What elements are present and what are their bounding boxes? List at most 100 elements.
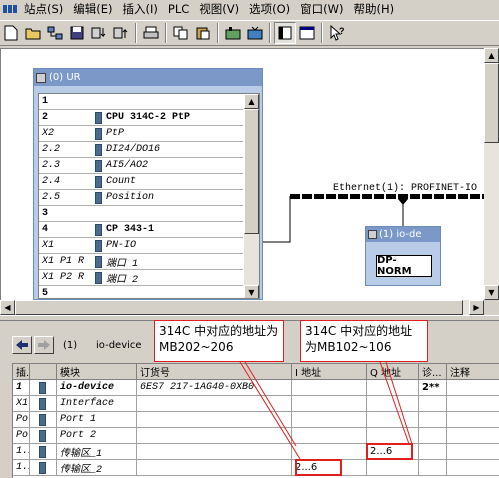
col-module-cell[interactable]: Port 2 <box>57 428 137 444</box>
vscroll-thumb[interactable] <box>484 63 499 143</box>
col-i-address-cell[interactable] <box>292 444 367 460</box>
col-comment-cell[interactable] <box>447 396 499 412</box>
col-module-cell[interactable]: io-device <box>57 380 137 396</box>
col-slot-cell[interactable]: 1.1 <box>13 460 30 476</box>
col-module-cell[interactable]: Port 1 <box>57 412 137 428</box>
col-slot-cell[interactable]: 1.1 <box>13 444 30 460</box>
compile-icon[interactable] <box>244 22 266 44</box>
col-q-address-cell[interactable] <box>367 460 419 476</box>
col-diagnostics-cell[interactable] <box>419 412 447 428</box>
ethernet-bus[interactable] <box>290 194 484 199</box>
catalog-icon[interactable] <box>274 22 296 44</box>
rack-title-bar[interactable]: (0) UR <box>34 69 262 86</box>
menu-window[interactable]: 窗口(W) <box>295 1 348 17</box>
col-order-number-cell[interactable] <box>137 396 292 412</box>
col-module-cell[interactable]: Interface <box>57 396 137 412</box>
col-comment-cell[interactable] <box>447 428 499 444</box>
window-icon[interactable] <box>296 22 318 44</box>
col-icon-header[interactable] <box>30 364 57 380</box>
col-i-address-cell[interactable] <box>292 380 367 396</box>
menu-edit[interactable]: 编辑(E) <box>68 1 117 17</box>
new-icon[interactable] <box>0 22 22 44</box>
col-slot-cell[interactable]: X1 <box>13 396 30 412</box>
col-diagnostics-header[interactable]: 诊... <box>419 364 447 380</box>
col-module-cell[interactable]: 传输区_2 <box>57 460 137 476</box>
rack-slot-row[interactable]: 2 CPU 314C-2 PtP <box>39 110 243 126</box>
col-comment-cell[interactable] <box>447 444 499 460</box>
col-diagnostics-cell[interactable] <box>419 460 447 476</box>
network-icon[interactable] <box>44 22 66 44</box>
scroll-up-icon[interactable]: ▲ <box>484 48 499 63</box>
menu-view[interactable]: 视图(V) <box>194 1 244 17</box>
menu-insert[interactable]: 插入(I) <box>118 1 163 17</box>
open-folder-icon[interactable] <box>22 22 44 44</box>
col-diagnostics-cell[interactable]: 2** <box>419 380 447 396</box>
rack-scroll-thumb[interactable] <box>244 109 259 234</box>
rack-slot-row[interactable]: 4 CP 343-1 <box>39 222 243 238</box>
scroll-left-icon[interactable]: ◀ <box>0 300 15 315</box>
hw-config-app-icon[interactable] <box>1 1 19 17</box>
menu-options[interactable]: 选项(O) <box>244 1 295 17</box>
forward-arrow-icon[interactable] <box>34 336 54 354</box>
rack-window[interactable]: (0) UR 5 X1 P2 R 端口 2 X1 P1 R 端口 1 X1 PN-IO 4 CP… <box>33 68 263 300</box>
save-icon[interactable] <box>66 22 88 44</box>
col-i-address-header[interactable]: I 地址 <box>292 364 367 380</box>
menu-plc[interactable]: PLC <box>163 1 194 17</box>
col-comment-cell[interactable] <box>447 380 499 396</box>
col-q-address-cell[interactable] <box>367 380 419 396</box>
io-device-node[interactable]: (1) io-de DP-NORM <box>365 226 441 286</box>
col-i-address-cell[interactable] <box>292 396 367 412</box>
col-comment-cell[interactable] <box>447 460 499 476</box>
rack-slot-row[interactable]: X1 PN-IO <box>39 238 243 254</box>
col-i-address-cell[interactable] <box>292 412 367 428</box>
rack-slot-row[interactable]: 2.3 AI5/AO2 <box>39 158 243 174</box>
rack-slot-row[interactable]: 1 <box>39 94 243 110</box>
download-icon[interactable] <box>88 22 110 44</box>
col-q-address-cell[interactable] <box>367 412 419 428</box>
station-icon[interactable] <box>222 22 244 44</box>
rack-slot-row[interactable]: 2.5 Position <box>39 190 243 206</box>
col-slot-header[interactable]: 插... <box>13 364 30 380</box>
col-slot-cell[interactable]: Por <box>13 428 30 444</box>
col-order-number-cell[interactable] <box>137 428 292 444</box>
menu-station[interactable]: 站点(S) <box>19 1 68 17</box>
rack-slot-row[interactable]: 2.2 DI24/DO16 <box>39 142 243 158</box>
canvas-vscrollbar[interactable]: ▲ ▼ <box>484 48 499 300</box>
col-comment-cell[interactable] <box>447 412 499 428</box>
scroll-down-icon[interactable]: ▼ <box>484 285 499 300</box>
col-order-number-cell[interactable] <box>137 460 292 476</box>
copy-icon[interactable] <box>170 22 192 44</box>
col-slot-cell[interactable]: 1 <box>13 380 30 396</box>
col-icon-cell[interactable] <box>30 396 57 412</box>
col-diagnostics-cell[interactable] <box>419 428 447 444</box>
hscroll-thumb[interactable] <box>15 300 463 315</box>
col-module-header[interactable]: 模块 <box>57 364 137 380</box>
col-order-number-cell[interactable] <box>137 444 292 460</box>
print-icon[interactable] <box>140 22 162 44</box>
rack-slot-row[interactable]: X1 P1 R 端口 1 <box>39 254 243 270</box>
col-icon-cell[interactable] <box>30 428 57 444</box>
col-module-cell[interactable]: 传输区_1 <box>57 444 137 460</box>
paste-icon[interactable] <box>192 22 214 44</box>
col-icon-cell[interactable] <box>30 380 57 396</box>
col-q-address-header[interactable]: Q 地址 <box>367 364 419 380</box>
col-icon-cell[interactable] <box>30 460 57 476</box>
canvas-hscrollbar[interactable]: ◀ ▶ <box>0 300 484 315</box>
rack-slot-row[interactable]: X2 PtP <box>39 126 243 142</box>
col-i-address-cell[interactable] <box>292 428 367 444</box>
scroll-right-icon[interactable]: ▶ <box>469 300 484 315</box>
col-q-address-cell[interactable] <box>367 396 419 412</box>
col-order-number-cell[interactable]: 6ES7 217-1AG40-0XB0 <box>137 380 292 396</box>
upload-icon[interactable] <box>110 22 132 44</box>
rack-slot-row[interactable]: X1 P2 R 端口 2 <box>39 270 243 286</box>
col-diagnostics-cell[interactable] <box>419 396 447 412</box>
rack-scrollbar[interactable]: ▲ ▼ <box>244 94 259 298</box>
col-icon-cell[interactable] <box>30 412 57 428</box>
rack-slot-row[interactable]: 3 <box>39 206 243 222</box>
help-pointer-icon[interactable]: ? <box>326 22 348 44</box>
back-arrow-icon[interactable] <box>12 336 32 354</box>
col-order-number-cell[interactable] <box>137 412 292 428</box>
col-q-address-cell[interactable] <box>367 428 419 444</box>
menu-help[interactable]: 帮助(H) <box>349 1 400 17</box>
scroll-up-icon[interactable]: ▲ <box>244 94 259 109</box>
